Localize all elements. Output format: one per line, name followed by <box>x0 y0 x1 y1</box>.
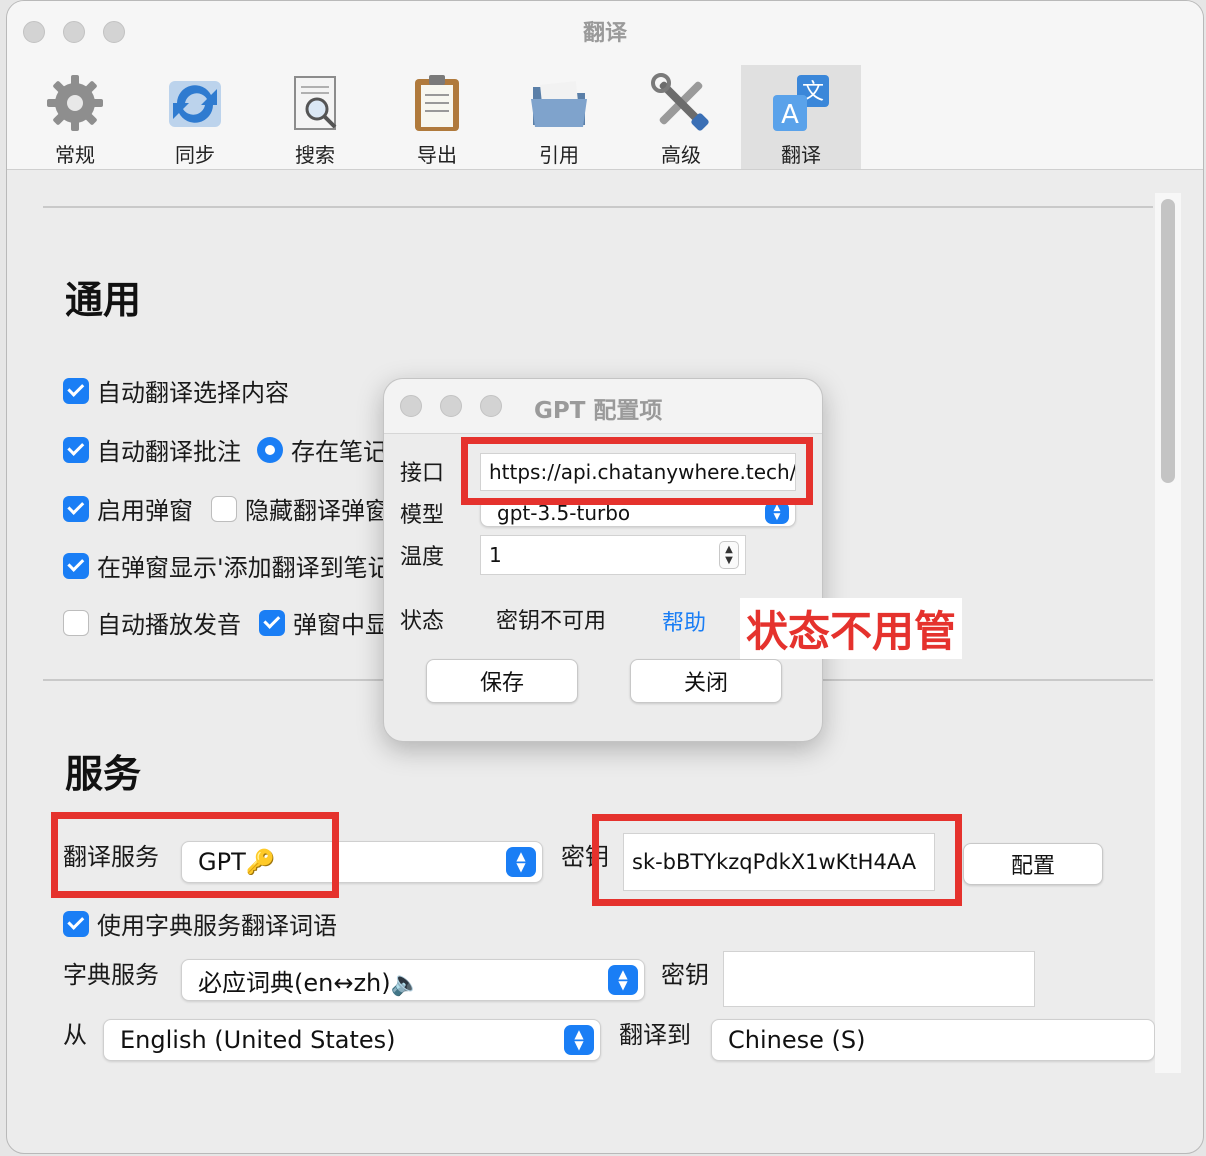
search-document-icon <box>294 76 337 130</box>
clipboard-icon <box>415 75 459 131</box>
highlight-translate-service <box>51 812 339 898</box>
temperature-label: 温度 <box>400 545 445 570</box>
chevron-updown-icon: ▲ ▼ <box>506 847 536 877</box>
toolbar-export[interactable]: 导出 <box>377 65 497 169</box>
close-button[interactable]: 关闭 <box>630 659 782 703</box>
status-label: 状态 <box>400 609 445 634</box>
toolbar-search[interactable]: 搜索 <box>255 65 375 169</box>
help-link[interactable]: 帮助 <box>662 605 706 637</box>
use-dict-option[interactable]: 使用字典服务翻译词语 <box>63 906 337 941</box>
translate-icon: 文 A <box>773 75 829 131</box>
window-titlebar: 翻译 常规 同步 搜索 导出 引用 高级 文 A 翻译 <box>7 1 1203 170</box>
auto-translate-annotation-label: 自动翻译批注 <box>97 438 241 466</box>
dict-service-value: 必应词典(en↔zh)🔈 <box>198 968 421 997</box>
toolbar-cite[interactable]: 引用 <box>499 65 619 169</box>
section-divider <box>43 206 1153 208</box>
use-dict-checkbox[interactable] <box>63 910 89 937</box>
from-language-select[interactable]: English (United States) ▲ ▼ <box>103 1019 601 1061</box>
auto-play-audio-label: 自动播放发音 <box>97 611 241 639</box>
toolbar-general-label: 常规 <box>55 143 95 167</box>
to-language-select[interactable]: Chinese (S) <box>711 1019 1155 1061</box>
auto-translate-selection-label: 自动翻译选择内容 <box>97 379 289 407</box>
save-button[interactable]: 保存 <box>426 659 578 703</box>
model-label: 模型 <box>400 503 445 528</box>
use-dict-label: 使用字典服务翻译词语 <box>97 912 337 940</box>
chevron-updown-icon: ▲ ▼ <box>765 502 789 524</box>
gpt-config-dialog: GPT 配置项 接口 https://api.chatanywhere.tech… <box>383 378 823 742</box>
enable-popup-option[interactable]: 启用弹窗 隐藏翻译弹窗 <box>63 491 389 526</box>
to-language-value: Chinese (S) <box>728 1026 866 1054</box>
services-section-title: 服务 <box>65 752 142 796</box>
from-label: 从 <box>63 1021 87 1049</box>
gear-icon <box>47 75 103 131</box>
to-label: 翻译到 <box>619 1021 691 1049</box>
toolbar-translate[interactable]: 文 A 翻译 <box>741 65 861 169</box>
dict-service-label: 字典服务 <box>63 961 159 989</box>
enable-popup-checkbox[interactable] <box>63 495 89 522</box>
sync-icon <box>169 81 221 127</box>
save-to-note-radio[interactable] <box>257 436 283 463</box>
scrollbar-thumb[interactable] <box>1161 199 1175 483</box>
hide-popup-checkbox[interactable] <box>211 495 237 522</box>
from-language-value: English (United States) <box>120 1026 396 1054</box>
chevron-updown-icon: ▲ ▼ <box>564 1025 594 1055</box>
status-value: 密钥不可用 <box>496 609 607 634</box>
dialog-zoom-window-button[interactable] <box>480 395 502 417</box>
show-add-to-note-label: 在弹窗显示'添加翻译到笔记 <box>97 554 392 582</box>
show-add-to-note-option[interactable]: 在弹窗显示'添加翻译到笔记 <box>63 548 392 583</box>
dialog-title: GPT 配置项 <box>534 398 663 424</box>
auto-play-audio-checkbox[interactable] <box>63 609 89 636</box>
auto-play-audio-option[interactable]: 自动播放发音 弹窗中显示 <box>63 605 413 640</box>
toolbar-export-label: 导出 <box>417 143 457 167</box>
dialog-minimize-window-button[interactable] <box>440 395 462 417</box>
window-title: 翻译 <box>582 21 627 46</box>
tools-icon <box>651 73 709 131</box>
toolbar-general[interactable]: 常规 <box>15 65 135 169</box>
highlight-secret-field <box>592 814 962 906</box>
config-button[interactable]: 配置 <box>963 843 1103 885</box>
auto-translate-selection-option[interactable]: 自动翻译选择内容 <box>63 373 289 408</box>
toolbar-search-label: 搜索 <box>295 143 335 167</box>
dict-secret-label: 密钥 <box>661 961 709 989</box>
toolbar-sync-label: 同步 <box>175 143 215 167</box>
chevron-updown-icon: ▲ ▼ <box>608 965 638 995</box>
temperature-input[interactable]: 1 ▲ ▼ <box>480 535 746 575</box>
svg-text:A: A <box>781 100 799 130</box>
toolbar-advanced-label: 高级 <box>661 143 701 167</box>
dict-secret-input[interactable] <box>723 951 1035 1007</box>
save-to-note-label: 存在笔记 <box>291 438 387 466</box>
toolbar-cite-label: 引用 <box>539 143 579 167</box>
hide-popup-label: 隐藏翻译弹窗 <box>245 497 389 525</box>
show-add-to-note-checkbox[interactable] <box>63 552 89 579</box>
enable-popup-label: 启用弹窗 <box>97 497 193 525</box>
temperature-value: 1 <box>489 543 502 567</box>
general-section-title: 通用 <box>65 278 142 322</box>
dialog-titlebar: GPT 配置项 <box>384 379 822 434</box>
toolbar-translate-label: 翻译 <box>781 143 821 167</box>
dict-service-select[interactable]: 必应词典(en↔zh)🔈 ▲ ▼ <box>181 959 645 1001</box>
toolbar-sync[interactable]: 同步 <box>135 65 255 169</box>
folder-icon <box>531 81 587 127</box>
toolbar-advanced[interactable]: 高级 <box>621 65 741 169</box>
stepper-icon[interactable]: ▲ ▼ <box>719 541 739 569</box>
popup-option-checkbox[interactable] <box>259 609 285 636</box>
api-label: 接口 <box>400 461 445 486</box>
annotation-note: 状态不用管 <box>740 598 963 659</box>
highlight-api-field <box>461 437 813 505</box>
dialog-close-window-button[interactable] <box>400 395 422 417</box>
auto-translate-annotation-checkbox[interactable] <box>63 436 89 463</box>
auto-translate-annotation-option[interactable]: 自动翻译批注 存在笔记 <box>63 432 387 467</box>
auto-translate-selection-checkbox[interactable] <box>63 377 89 404</box>
